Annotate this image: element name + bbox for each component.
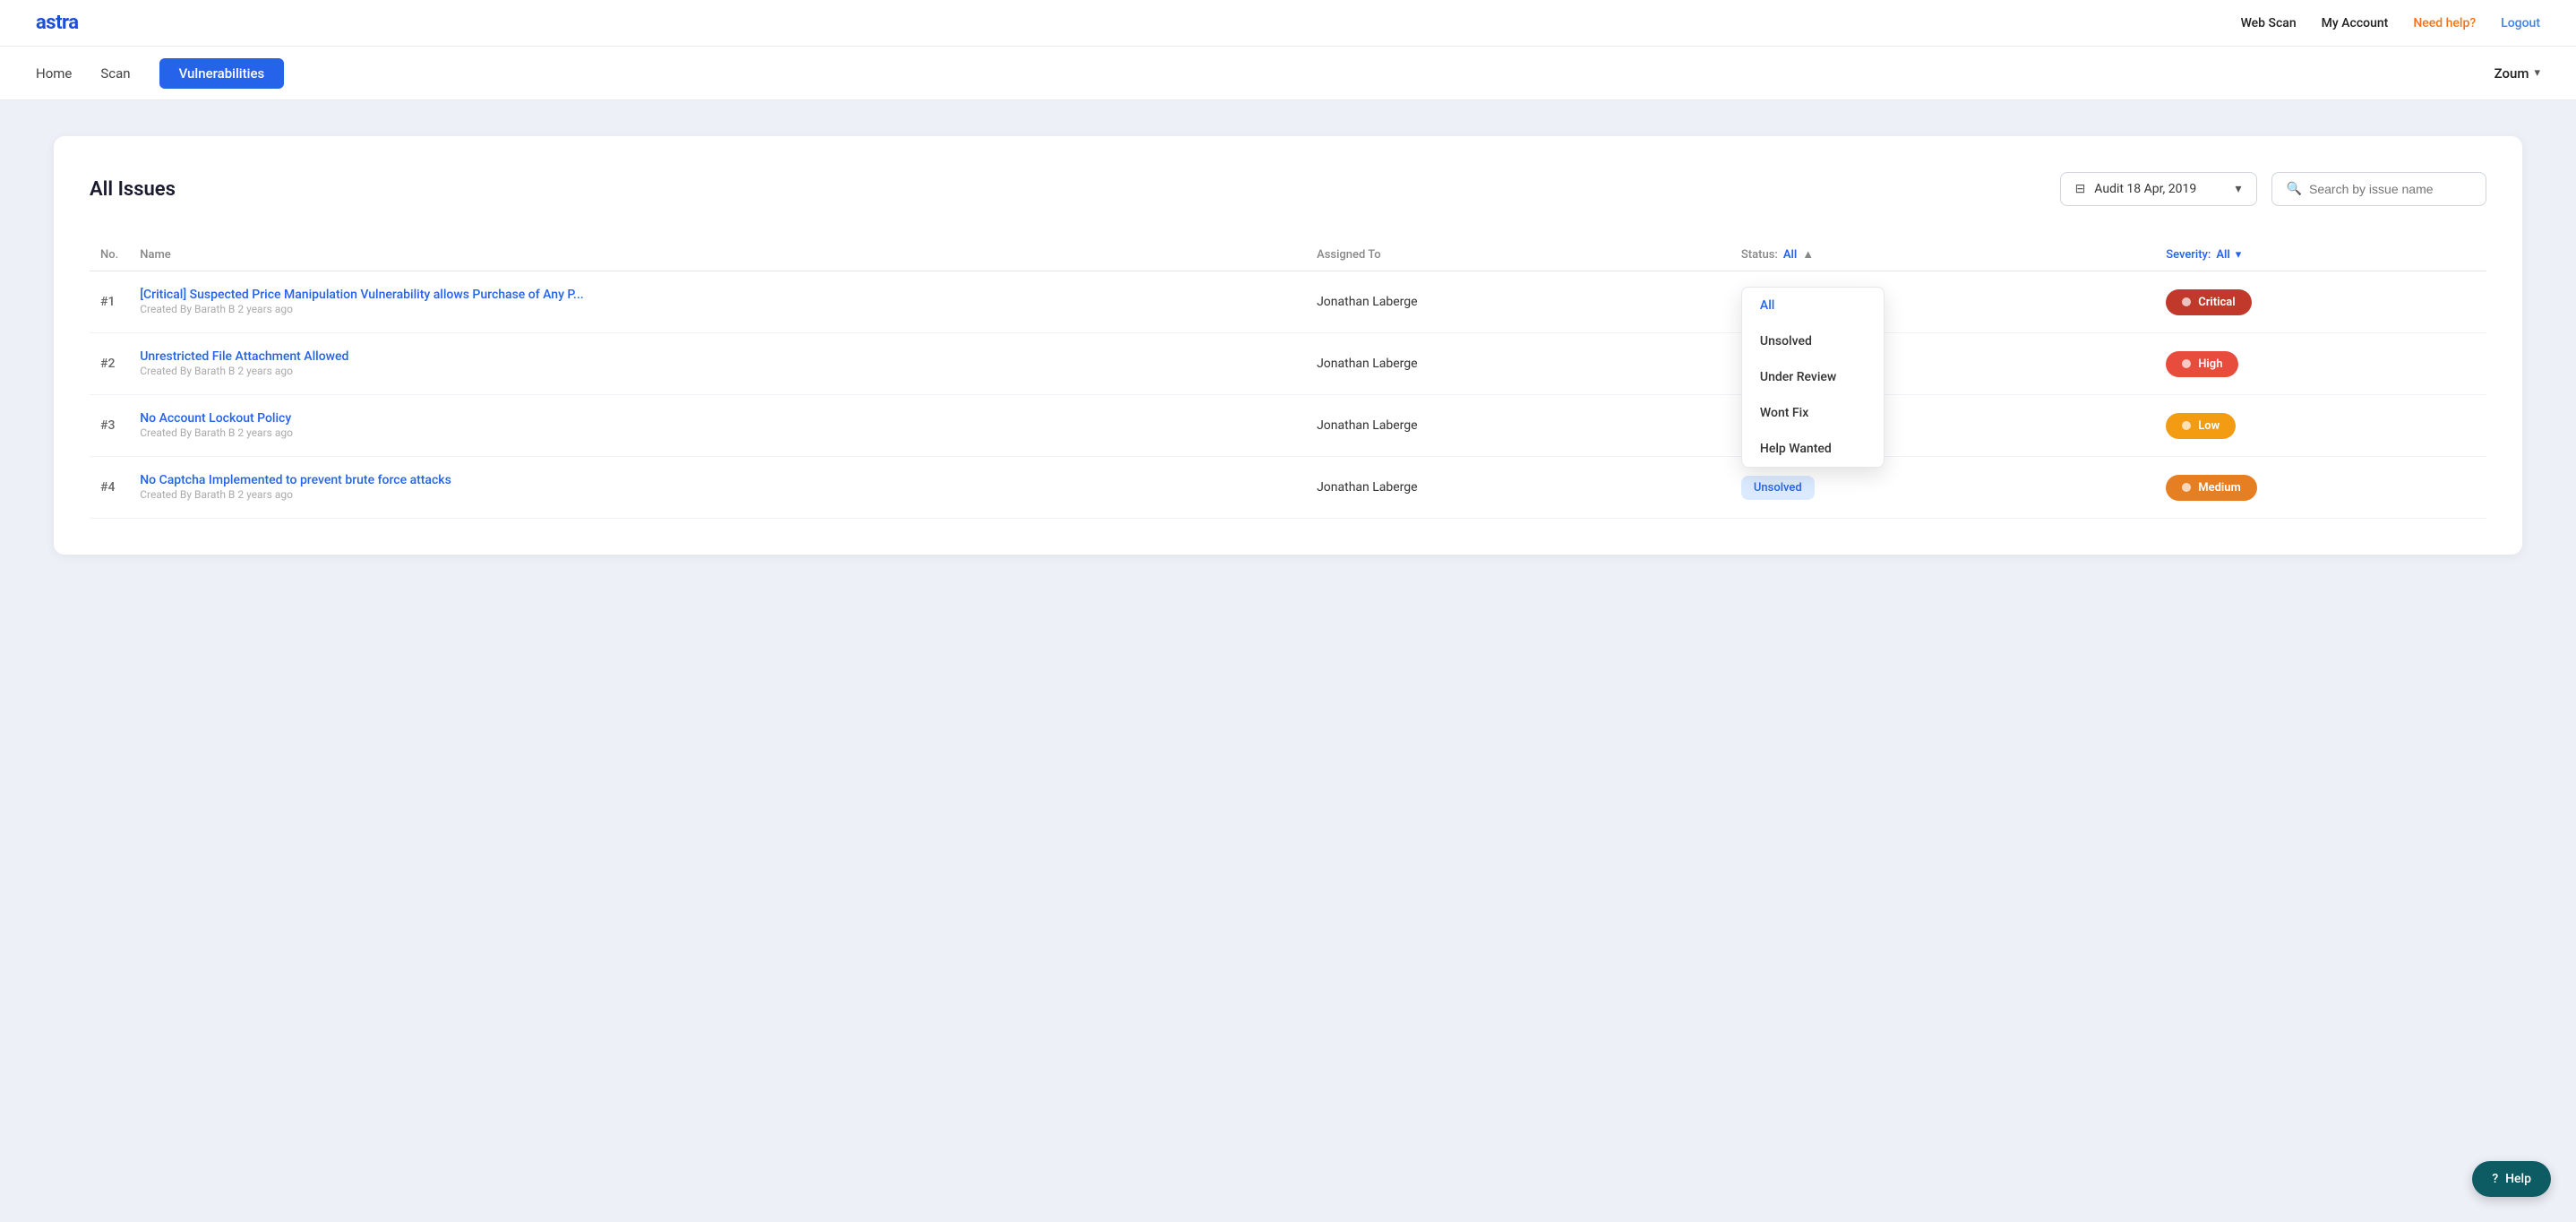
funnel-icon: ⊟ [2075,182,2086,196]
issue-link-4[interactable]: No Captcha Implemented to prevent brute … [140,473,1295,487]
search-box: 🔍 [2271,172,2486,206]
row-name-3: No Account Lockout Policy Created By Bar… [129,395,1306,457]
issue-meta-1: Created By Barath B 2 years ago [140,303,293,315]
severity-label: Severity: [2166,248,2211,262]
issues-header: All Issues ⊟ Audit 18 Apr, 2019 ▾ 🔍 [90,172,2486,206]
row-severity-2: High [2155,333,2486,395]
status-header[interactable]: Status: All ▲ [1741,247,2144,262]
col-status: Status: All ▲ All Unsolved Under Review [1730,238,2155,271]
status-chevron-icon: ▲ [1802,247,1814,262]
chevron-down-icon: ▾ [2534,66,2540,80]
status-label: Status: [1741,248,1778,262]
col-severity: Severity: All ▾ [2155,238,2486,271]
row-num-2: #2 [90,333,129,395]
search-icon: 🔍 [2287,182,2302,196]
col-assigned: Assigned To [1306,238,1730,271]
help-button[interactable]: ? Help [2472,1161,2551,1197]
col-no: No. [90,238,129,271]
issue-link-2[interactable]: Unrestricted File Attachment Allowed [140,349,1295,364]
row-num-1: #1 [90,271,129,333]
severity-all-label: All [2216,248,2229,262]
table-body: #1 [Critical] Suspected Price Manipulati… [90,271,2486,519]
nav-vulnerabilities[interactable]: Vulnerabilities [159,58,285,89]
table-row: #4 No Captcha Implemented to prevent bru… [90,457,2486,519]
my-account-link[interactable]: My Account [2322,16,2389,30]
row-num-4: #4 [90,457,129,519]
issue-link-1[interactable]: [Critical] Suspected Price Manipulation … [140,288,1295,302]
table-row: #2 Unrestricted File Attachment Allowed … [90,333,2486,395]
issues-table: No. Name Assigned To Status: All ▲ [90,238,2486,519]
help-icon: ? [2492,1172,2498,1186]
search-input[interactable] [2309,182,2471,196]
dropdown-item-wont-fix[interactable]: Wont Fix [1742,395,1884,431]
issue-meta-2: Created By Barath B 2 years ago [140,365,293,377]
logout-link[interactable]: Logout [2501,16,2540,30]
row-name-1: [Critical] Suspected Price Manipulation … [129,271,1306,333]
user-name: Zoum [2494,65,2529,82]
main-nav-left: Home Scan Vulnerabilities [36,58,284,89]
nav-home[interactable]: Home [36,62,72,85]
col-name: Name [129,238,1306,271]
help-label: Help [2505,1172,2531,1186]
table-row: #1 [Critical] Suspected Price Manipulati… [90,271,2486,333]
user-menu[interactable]: Zoum ▾ [2494,65,2540,82]
dropdown-item-unsolved[interactable]: Unsolved [1742,323,1884,359]
dropdown-scroll: All Unsolved Under Review Wont Fix Help … [1742,288,1884,467]
dropdown-item-help-wanted[interactable]: Help Wanted [1742,431,1884,467]
severity-chevron-icon: ▾ [2236,248,2242,262]
status-col-wrapper: Status: All ▲ All Unsolved Under Review [1741,247,2144,262]
row-assigned-2: Jonathan Laberge [1306,333,1730,395]
issue-meta-4: Created By Barath B 2 years ago [140,488,293,501]
audit-filter-label: Audit 18 Apr, 2019 [2094,182,2196,196]
table-row: #3 No Account Lockout Policy Created By … [90,395,2486,457]
dropdown-item-under-review[interactable]: Under Review [1742,359,1884,395]
top-nav-links: Web Scan My Account Need help? Logout [2241,16,2540,30]
row-name-2: Unrestricted File Attachment Allowed Cre… [129,333,1306,395]
row-assigned-1: Jonathan Laberge [1306,271,1730,333]
table-header-row: No. Name Assigned To Status: All ▲ [90,238,2486,271]
need-help-link[interactable]: Need help? [2413,16,2476,30]
audit-chevron-icon: ▾ [2236,182,2242,196]
row-severity-1: Critical [2155,271,2486,333]
dropdown-item-all[interactable]: All [1742,288,1884,323]
web-scan-link[interactable]: Web Scan [2241,16,2297,30]
issues-header-controls: ⊟ Audit 18 Apr, 2019 ▾ 🔍 [2060,172,2486,206]
audit-filter[interactable]: ⊟ Audit 18 Apr, 2019 ▾ [2060,172,2257,206]
status-dropdown: All Unsolved Under Review Wont Fix Help … [1741,287,1885,468]
issues-card: All Issues ⊟ Audit 18 Apr, 2019 ▾ 🔍 [54,136,2522,555]
nav-scan[interactable]: Scan [100,62,130,85]
issue-meta-3: Created By Barath B 2 years ago [140,426,293,439]
page-content: All Issues ⊟ Audit 18 Apr, 2019 ▾ 🔍 [0,100,2576,590]
status-all-label: All [1783,248,1797,262]
issue-link-3[interactable]: No Account Lockout Policy [140,411,1295,426]
row-assigned-3: Jonathan Laberge [1306,395,1730,457]
row-severity-4: Medium [2155,457,2486,519]
main-nav: Home Scan Vulnerabilities Zoum ▾ [0,47,2576,100]
top-nav: astra Web Scan My Account Need help? Log… [0,0,2576,47]
row-num-3: #3 [90,395,129,457]
brand-logo: astra [36,12,79,34]
row-severity-3: Low [2155,395,2486,457]
row-name-4: No Captcha Implemented to prevent brute … [129,457,1306,519]
row-assigned-4: Jonathan Laberge [1306,457,1730,519]
severity-header[interactable]: Severity: All ▾ [2166,248,2476,262]
issues-title: All Issues [90,178,176,201]
